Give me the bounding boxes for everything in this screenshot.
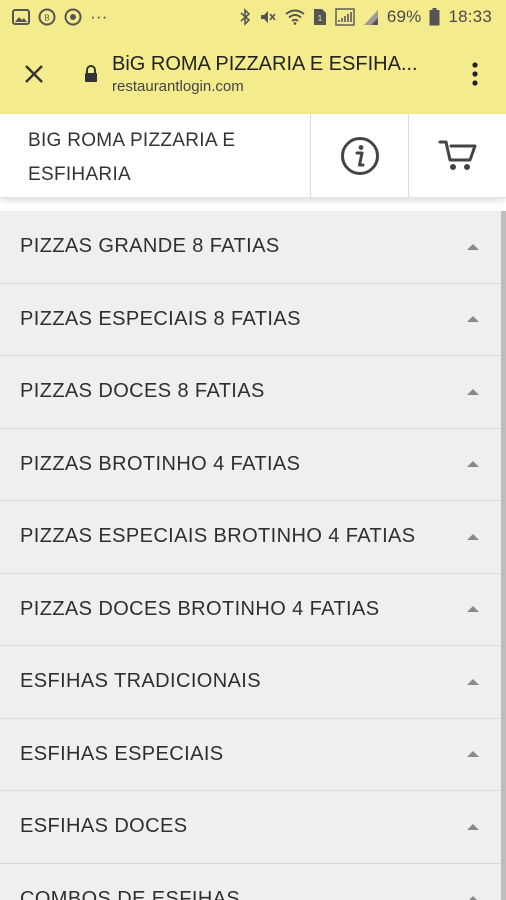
signal-1-icon: [335, 8, 355, 26]
category-row-esfihas-especiais[interactable]: ESFIHAS ESPECIAIS: [0, 718, 501, 791]
caret-up-icon: [467, 533, 479, 540]
category-row-pizzas-grande[interactable]: PIZZAS GRANDE 8 FATIAS: [0, 211, 501, 284]
status-bar: B ··· 1 69% 18:33: [0, 0, 506, 34]
gallery-notification-icon: [12, 9, 30, 25]
caret-up-icon: [467, 606, 479, 613]
status-right: 1 69% 18:33: [239, 7, 492, 27]
more-notifications: ···: [90, 7, 108, 26]
signal-2-icon: [363, 8, 379, 26]
clock: 18:33: [448, 7, 492, 26]
category-list: PIZZAS GRANDE 8 FATIAS PIZZAS ESPECIAIS …: [0, 211, 501, 900]
browser-toolbar: BiG ROMA PIZZARIA E ESFIHA... restaurant…: [0, 34, 506, 114]
lock-icon: [80, 65, 102, 83]
cart-button[interactable]: [408, 114, 506, 198]
category-label: PIZZAS ESPECIAIS BROTINHO 4 FATIAS: [20, 525, 416, 548]
overflow-menu-button[interactable]: [444, 34, 506, 114]
battery-icon: [429, 8, 440, 26]
category-row-pizzas-especiais-brotinho[interactable]: PIZZAS ESPECIAIS BROTINHO 4 FATIAS: [0, 501, 501, 574]
category-label: PIZZAS DOCES BROTINHO 4 FATIAS: [20, 597, 380, 620]
category-row-combos-esfihas[interactable]: COMBOS DE ESFIHAS: [0, 863, 501, 900]
category-label: PIZZAS BROTINHO 4 FATIAS: [20, 452, 301, 475]
wifi-icon: [285, 9, 305, 25]
category-label: ESFIHAS ESPECIAIS: [20, 742, 224, 765]
sim-icon: 1: [313, 8, 327, 26]
caret-up-icon: [467, 751, 479, 758]
svg-text:B: B: [44, 14, 49, 23]
scrollbar[interactable]: [501, 211, 506, 900]
battery-percent: 69%: [386, 7, 422, 26]
caret-up-icon: [467, 461, 479, 468]
category-row-pizzas-doces-brotinho[interactable]: PIZZAS DOCES BROTINHO 4 FATIAS: [0, 573, 501, 646]
category-row-esfihas-tradicionais[interactable]: ESFIHAS TRADICIONAIS: [0, 646, 501, 719]
category-label: ESFIHAS DOCES: [20, 815, 188, 838]
chat-notification-icon: B: [38, 8, 56, 26]
store-name-line-1: BIG ROMA PIZZARIA E: [28, 130, 236, 151]
cart-icon: [438, 140, 476, 170]
url-box[interactable]: BiG ROMA PIZZARIA E ESFIHA... restaurant…: [112, 51, 444, 97]
caret-up-icon: [467, 243, 479, 250]
caret-up-icon: [467, 316, 479, 323]
page-title: BiG ROMA PIZZARIA E ESFIHA...: [112, 53, 418, 75]
url-host: restaurantlogin.com: [112, 78, 244, 95]
bluetooth-icon: [239, 8, 251, 26]
category-label: ESFIHAS TRADICIONAIS: [20, 670, 262, 693]
target-notification-icon: [64, 8, 82, 26]
svg-text:1: 1: [318, 14, 323, 23]
caret-up-icon: [467, 896, 479, 900]
status-left: B ···: [12, 7, 108, 27]
category-label: PIZZAS DOCES 8 FATIAS: [20, 380, 265, 403]
close-icon: [25, 65, 43, 83]
category-row-esfihas-doces[interactable]: ESFIHAS DOCES: [0, 791, 501, 864]
scrollbar-thumb[interactable]: [501, 211, 506, 900]
caret-up-icon: [467, 678, 479, 685]
category-row-pizzas-doces[interactable]: PIZZAS DOCES 8 FATIAS: [0, 356, 501, 429]
caret-up-icon: [467, 823, 479, 830]
caret-up-icon: [467, 388, 479, 395]
category-row-pizzas-brotinho[interactable]: PIZZAS BROTINHO 4 FATIAS: [0, 428, 501, 501]
info-icon: [340, 137, 379, 175]
mute-icon: [259, 8, 277, 26]
category-row-pizzas-especiais[interactable]: PIZZAS ESPECIAIS 8 FATIAS: [0, 283, 501, 356]
close-button[interactable]: [0, 34, 68, 114]
category-label: PIZZAS GRANDE 8 FATIAS: [20, 235, 280, 258]
app-header: BIG ROMA PIZZARIA E ESFIHARIA: [0, 114, 506, 198]
info-button[interactable]: [310, 114, 408, 198]
category-label: PIZZAS ESPECIAIS 8 FATIAS: [20, 307, 301, 330]
more-vert-icon: [472, 62, 478, 86]
store-name-line-2: ESFIHARIA: [28, 164, 131, 185]
category-label: COMBOS DE ESFIHAS: [20, 887, 241, 900]
store-name: BIG ROMA PIZZARIA E ESFIHARIA: [0, 114, 310, 197]
